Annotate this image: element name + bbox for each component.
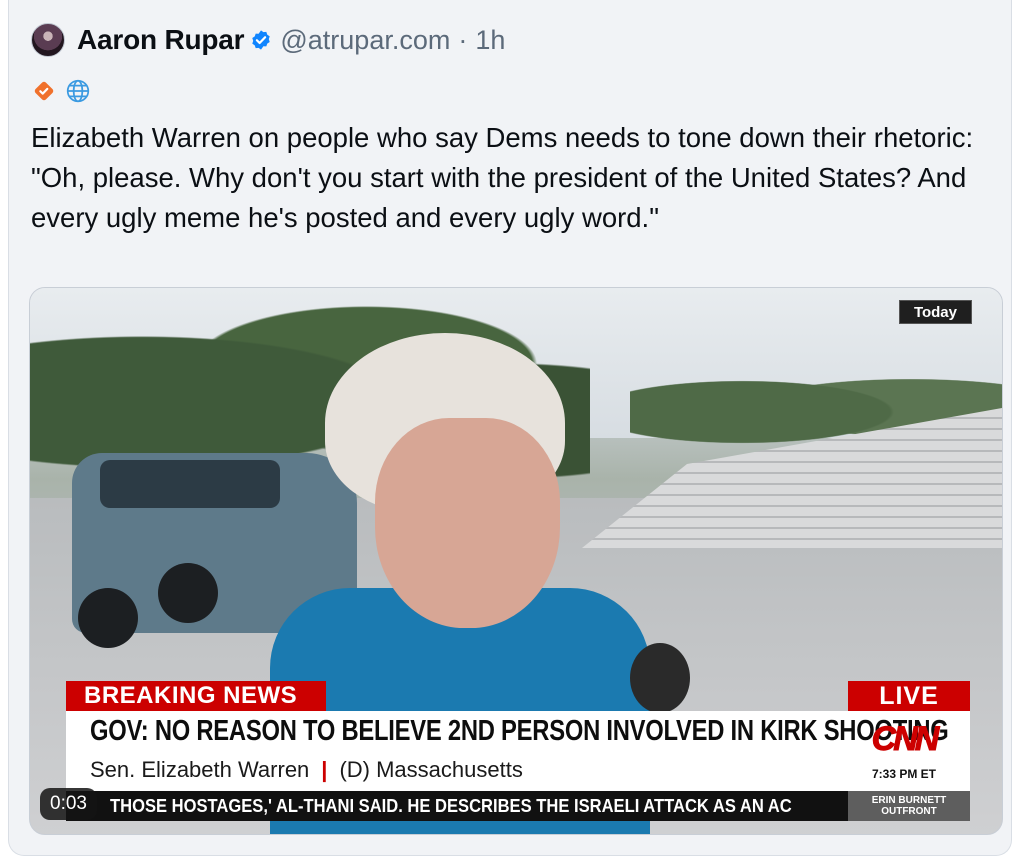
breaking-news-banner: BREAKING NEWS bbox=[66, 681, 326, 711]
network-time: 7:33 PM ET bbox=[871, 767, 937, 781]
orange-check-badge-icon[interactable] bbox=[33, 80, 55, 102]
show-name-line1: ERIN BURNETT bbox=[871, 795, 947, 806]
chyron: GOV: NO REASON TO BELIEVE 2ND PERSON INV… bbox=[66, 711, 970, 791]
live-badge: LIVE bbox=[848, 681, 970, 711]
separator-dot: · bbox=[458, 24, 468, 55]
microphone-icon bbox=[630, 643, 690, 713]
label-badges bbox=[33, 78, 91, 104]
avatar[interactable] bbox=[31, 23, 65, 57]
ticker-text: THOSE HOSTAGES,' AL-THANI SAID. HE DESCR… bbox=[110, 795, 792, 816]
video-player[interactable]: Today BREAKING NEWS LIVE GOV: NO REASON … bbox=[29, 287, 1003, 835]
globe-icon[interactable] bbox=[65, 78, 91, 104]
video-car-wheel bbox=[78, 588, 138, 648]
author-name[interactable]: Aaron Rupar bbox=[77, 24, 245, 56]
today-badge: Today bbox=[898, 300, 972, 324]
chyron-subline: Sen. Elizabeth Warren | (D) Massachusetts bbox=[90, 757, 523, 783]
post-card[interactable]: Aaron Rupar @atrupar.com · 1h Elizabeth … bbox=[8, 0, 1012, 856]
chyron-separator: | bbox=[321, 757, 328, 782]
video-timestamp[interactable]: 0:03 bbox=[40, 788, 97, 820]
cnn-logo-icon: CNN bbox=[871, 720, 940, 759]
post-header: Aaron Rupar @atrupar.com · 1h bbox=[31, 22, 505, 58]
chyron-party: (D) Massachusetts bbox=[339, 757, 523, 782]
video-person-face bbox=[375, 418, 560, 628]
show-name-line2: OUTFRONT bbox=[881, 806, 937, 817]
chyron-headline: GOV: NO REASON TO BELIEVE 2ND PERSON INV… bbox=[90, 715, 949, 747]
video-car-wheel bbox=[158, 563, 218, 623]
author-handle[interactable]: @atrupar.com bbox=[280, 25, 450, 56]
news-ticker: THOSE HOSTAGES,' AL-THANI SAID. HE DESCR… bbox=[66, 791, 848, 821]
post-time[interactable]: 1h bbox=[475, 25, 505, 56]
show-tag: ERIN BURNETT OUTFRONT bbox=[848, 791, 970, 821]
chyron-name: Sen. Elizabeth Warren bbox=[90, 757, 310, 782]
video-car-window bbox=[100, 460, 280, 508]
post-text: Elizabeth Warren on people who say Dems … bbox=[31, 122, 974, 233]
verified-check-icon bbox=[250, 29, 272, 51]
